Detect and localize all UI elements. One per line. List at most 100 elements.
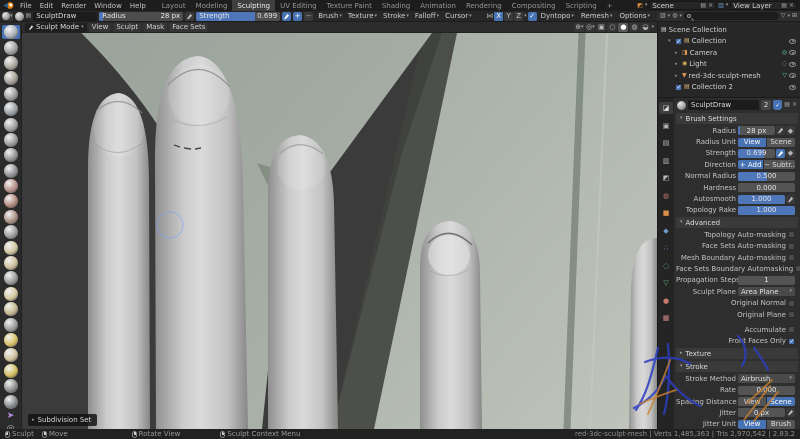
brush-name-field[interactable]: SculptDraw (33, 12, 97, 21)
option-scene[interactable]: Scene (767, 138, 795, 147)
slider-strength[interactable]: 0.699 (738, 149, 775, 158)
menu-falloff[interactable]: Falloff▾ (412, 12, 442, 20)
option-brush[interactable]: Brush (767, 420, 795, 429)
collection-checkbox[interactable] (675, 84, 682, 91)
brush-slot-draw[interactable] (2, 25, 20, 39)
new-collection-icon[interactable]: ⊞ (792, 13, 797, 19)
menu-view[interactable]: View (89, 23, 112, 32)
brush-name-field[interactable]: SculptDraw (688, 100, 759, 110)
pressure-icon[interactable] (776, 126, 785, 135)
xray-toggle-icon[interactable]: ▣ (596, 23, 606, 32)
properties-tab-render[interactable]: ▣ (659, 120, 673, 132)
slider-jitter[interactable]: 0 px (738, 408, 785, 417)
slider-propagation-steps[interactable]: 1 (738, 276, 795, 285)
scene-browse-chevron-icon[interactable]: ▾ (645, 3, 648, 8)
menu-brush[interactable]: Brush▾ (315, 12, 345, 20)
workspace-tab-shading[interactable]: Shading (377, 0, 415, 11)
brush-slot-clay[interactable] (2, 56, 20, 70)
editor-type-icon[interactable]: ▥ (660, 13, 666, 19)
slider-autosmooth[interactable]: 1.000 (738, 195, 785, 204)
filter-icon[interactable]: ▽ (781, 13, 786, 19)
checkbox-mesh-boundary-auto-masking[interactable] (788, 254, 795, 261)
outliner-row-red-3dc-sculpt-mesh[interactable]: ▸▼red-3dc-sculpt-mesh▽ (658, 70, 800, 82)
workspace-tab-uv-editing[interactable]: UV Editing (275, 0, 322, 11)
menu-window[interactable]: Window (90, 2, 126, 10)
checkbox-original-normal[interactable] (788, 300, 795, 307)
outliner-root-row[interactable]: ▤ Scene Collection (658, 24, 800, 36)
brush-slot-nudge[interactable] (2, 333, 20, 347)
direction-add-button[interactable]: + (293, 12, 302, 21)
expander-icon[interactable]: ▸ (675, 50, 680, 56)
menu-help[interactable]: Help (126, 2, 150, 10)
option-view[interactable]: View (738, 138, 766, 147)
brush-slot-elastic-deform[interactable] (2, 271, 20, 285)
brush-slot-multiplane-scrape[interactable] (2, 225, 20, 239)
active-tool-dropdown[interactable]: ▾ (2, 12, 13, 21)
brush-datablock-icon[interactable]: ▤ (26, 13, 32, 19)
new-view-layer-icon[interactable]: ▤ (781, 3, 787, 9)
animate-icon[interactable]: ◆ (786, 149, 795, 158)
tool-icon-transform[interactable]: ➤ (3, 410, 19, 422)
expander-icon[interactable]: ▸ (675, 73, 680, 79)
gizmo-icon[interactable]: ⊕▾ (574, 23, 584, 32)
visibility-eye-icon[interactable] (789, 39, 796, 44)
brush-slot-blob[interactable] (2, 133, 20, 147)
brush-slot-mask[interactable] (2, 394, 20, 408)
strength-pressure-icon[interactable] (282, 12, 291, 21)
slider-hardness[interactable]: 0.000 (738, 183, 795, 192)
pressure-icon[interactable] (786, 195, 795, 204)
view-layer-field[interactable]: View Layer ▤ × (730, 1, 797, 10)
properties-tab-world[interactable]: ◍ (659, 190, 673, 202)
dropdown-sculpt-plane[interactable]: Area Plane▾ (738, 287, 795, 296)
symmetry-y-button[interactable]: Y (504, 12, 513, 21)
menu-face-sets[interactable]: Face Sets (169, 23, 208, 32)
checkbox-face-sets-auto-masking[interactable] (788, 243, 795, 250)
checkbox-accumulate[interactable] (788, 326, 795, 333)
section-stroke[interactable]: ▾Stroke (676, 361, 798, 372)
brush-slot-scrape[interactable] (2, 210, 20, 224)
workspace-tab-sculpting[interactable]: Sculpting (232, 0, 275, 11)
visibility-eye-icon[interactable] (789, 50, 796, 55)
checkbox-original-plane[interactable] (788, 311, 795, 318)
shading-chevron-icon[interactable]: ▾ (651, 25, 654, 30)
workspace-tab-scripting[interactable]: Scripting (561, 0, 602, 11)
dropdown-stroke-method[interactable]: Airbrush▾ (738, 374, 795, 383)
symmetry-x-button[interactable]: X (494, 12, 503, 21)
brush-slot-clay-thumb[interactable] (2, 87, 20, 101)
blender-logo-icon[interactable] (3, 1, 15, 10)
editor-type-chevron-icon[interactable]: ▾ (668, 14, 671, 19)
slider-topology-rake[interactable]: 1.000 (738, 206, 795, 215)
properties-tab-output[interactable]: ▤ (659, 137, 673, 149)
outliner-row-collection-2[interactable]: ▤Collection 2 (658, 82, 800, 94)
new-scene-icon[interactable]: ▤ (700, 3, 706, 9)
shading-material-icon[interactable]: ◍ (629, 23, 639, 32)
properties-tab-object-data[interactable]: ▽ (659, 277, 673, 289)
display-mode-icon[interactable]: ◍ (672, 13, 677, 19)
properties-tab-texture[interactable]: ▦ (659, 312, 673, 324)
animate-icon[interactable]: ◆ (786, 126, 795, 135)
visibility-eye-icon[interactable] (789, 62, 796, 67)
strength-slider[interactable]: Strength0.699 (196, 12, 280, 21)
brush-slot-slide-relax[interactable] (2, 364, 20, 378)
symmetry-z-button[interactable]: Z (514, 12, 523, 21)
unlink-scene-icon[interactable]: × (708, 3, 713, 9)
brush-preview-icon[interactable] (15, 12, 24, 21)
filter-chevron-icon[interactable]: ▾ (787, 14, 790, 19)
scene-name-field[interactable]: Scene ▤ × (649, 1, 716, 10)
checkbox-face-sets-boundary-automasking[interactable] (795, 265, 800, 272)
brush-slot-grab[interactable] (2, 256, 20, 270)
shading-solid-icon[interactable]: ● (618, 23, 628, 32)
workspace-tab-rendering[interactable]: Rendering (461, 0, 507, 11)
brush-slot-flatten[interactable] (2, 179, 20, 193)
brush-slot-layer[interactable] (2, 102, 20, 116)
option-scene[interactable]: Scene (767, 397, 795, 406)
brush-users-count[interactable]: 2 (761, 100, 771, 110)
workspace-tab-texture-paint[interactable]: Texture Paint (322, 0, 377, 11)
menu-file[interactable]: File (16, 2, 36, 10)
properties-tab-modifiers[interactable]: ◆ (659, 225, 673, 237)
brush-slot-thumb[interactable] (2, 302, 20, 316)
section-brush-settings[interactable]: ▾Brush Settings (676, 113, 798, 124)
visibility-eye-icon[interactable] (789, 85, 796, 90)
brush-slot-fill[interactable] (2, 194, 20, 208)
outliner-search-input[interactable] (684, 12, 779, 20)
